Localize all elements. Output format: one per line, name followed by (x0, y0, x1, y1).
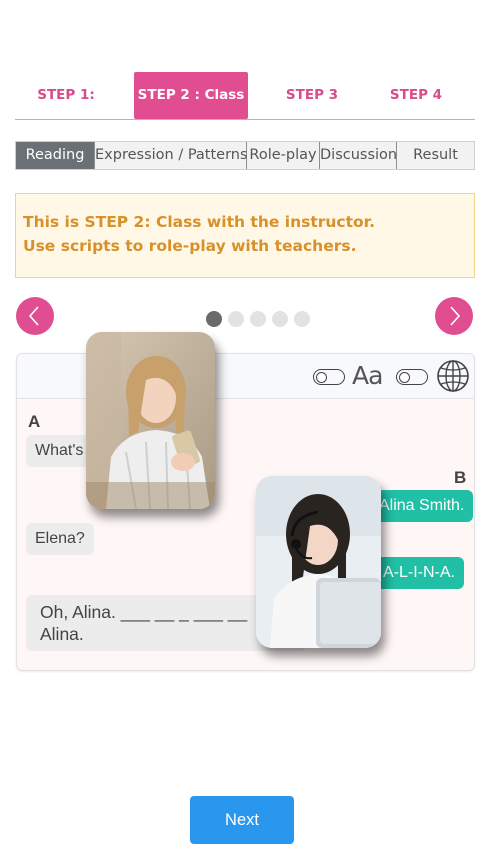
page-dot[interactable] (294, 311, 310, 327)
tab-step-2[interactable]: STEP 2 : Class (134, 72, 248, 119)
tab-step-4[interactable]: STEP 4 (371, 72, 461, 119)
notice-line-1: This is STEP 2: Class with the instructo… (23, 213, 375, 231)
page-dot[interactable] (272, 311, 288, 327)
instruction-notice: This is STEP 2: Class with the instructo… (15, 193, 475, 278)
dialogue-line[interactable]: Elena? (26, 523, 94, 555)
step-tabs: STEP 1: STEP 2 : Class STEP 3 STEP 4 (15, 72, 475, 120)
toggle-icon[interactable] (313, 369, 345, 385)
speaker-a-label: A (28, 412, 41, 431)
page-dot[interactable] (206, 311, 222, 327)
dialogue-panel: Aa A What's B Alina Smith. Elena? A-L-I-… (16, 353, 475, 671)
chevron-right-icon (450, 306, 461, 326)
sub-tabs: Reading Expression / Patterns Role-play … (15, 141, 475, 170)
tab-result[interactable]: Result (397, 142, 474, 169)
next-button[interactable]: Next (190, 796, 294, 844)
chevron-left-icon (28, 306, 39, 326)
tab-reading[interactable]: Reading (16, 142, 95, 169)
tab-step-1[interactable]: STEP 1: (15, 72, 117, 119)
font-size-icon[interactable]: Aa (352, 361, 383, 390)
tab-role-play[interactable]: Role-play (247, 142, 320, 169)
tab-step-3[interactable]: STEP 3 (265, 72, 359, 119)
dialogue-line[interactable]: Alina Smith. (370, 490, 474, 522)
dialogue-line-part: Alina. (40, 624, 84, 644)
page-dot[interactable] (250, 311, 266, 327)
next-slide-button[interactable] (435, 297, 473, 335)
dialogue-line[interactable]: A-L-I-N-A. (374, 557, 464, 589)
page-dot[interactable] (228, 311, 244, 327)
speaker-b-label: B (454, 468, 467, 487)
toggle-icon[interactable] (396, 369, 428, 385)
globe-icon[interactable] (436, 359, 470, 393)
speaker-a-photo (86, 332, 215, 509)
dialogue-line[interactable]: What's (26, 435, 93, 467)
tab-discussion[interactable]: Discussion (320, 142, 397, 169)
tab-expression-patterns[interactable]: Expression / Patterns (95, 142, 248, 169)
dialogue-line-part: Oh, Alina. ___ __ _ ___ __ (40, 602, 248, 622)
notice-line-2: Use scripts to role-play with teachers. (23, 237, 357, 255)
prev-button[interactable] (16, 297, 54, 335)
speaker-b-photo (256, 476, 381, 648)
